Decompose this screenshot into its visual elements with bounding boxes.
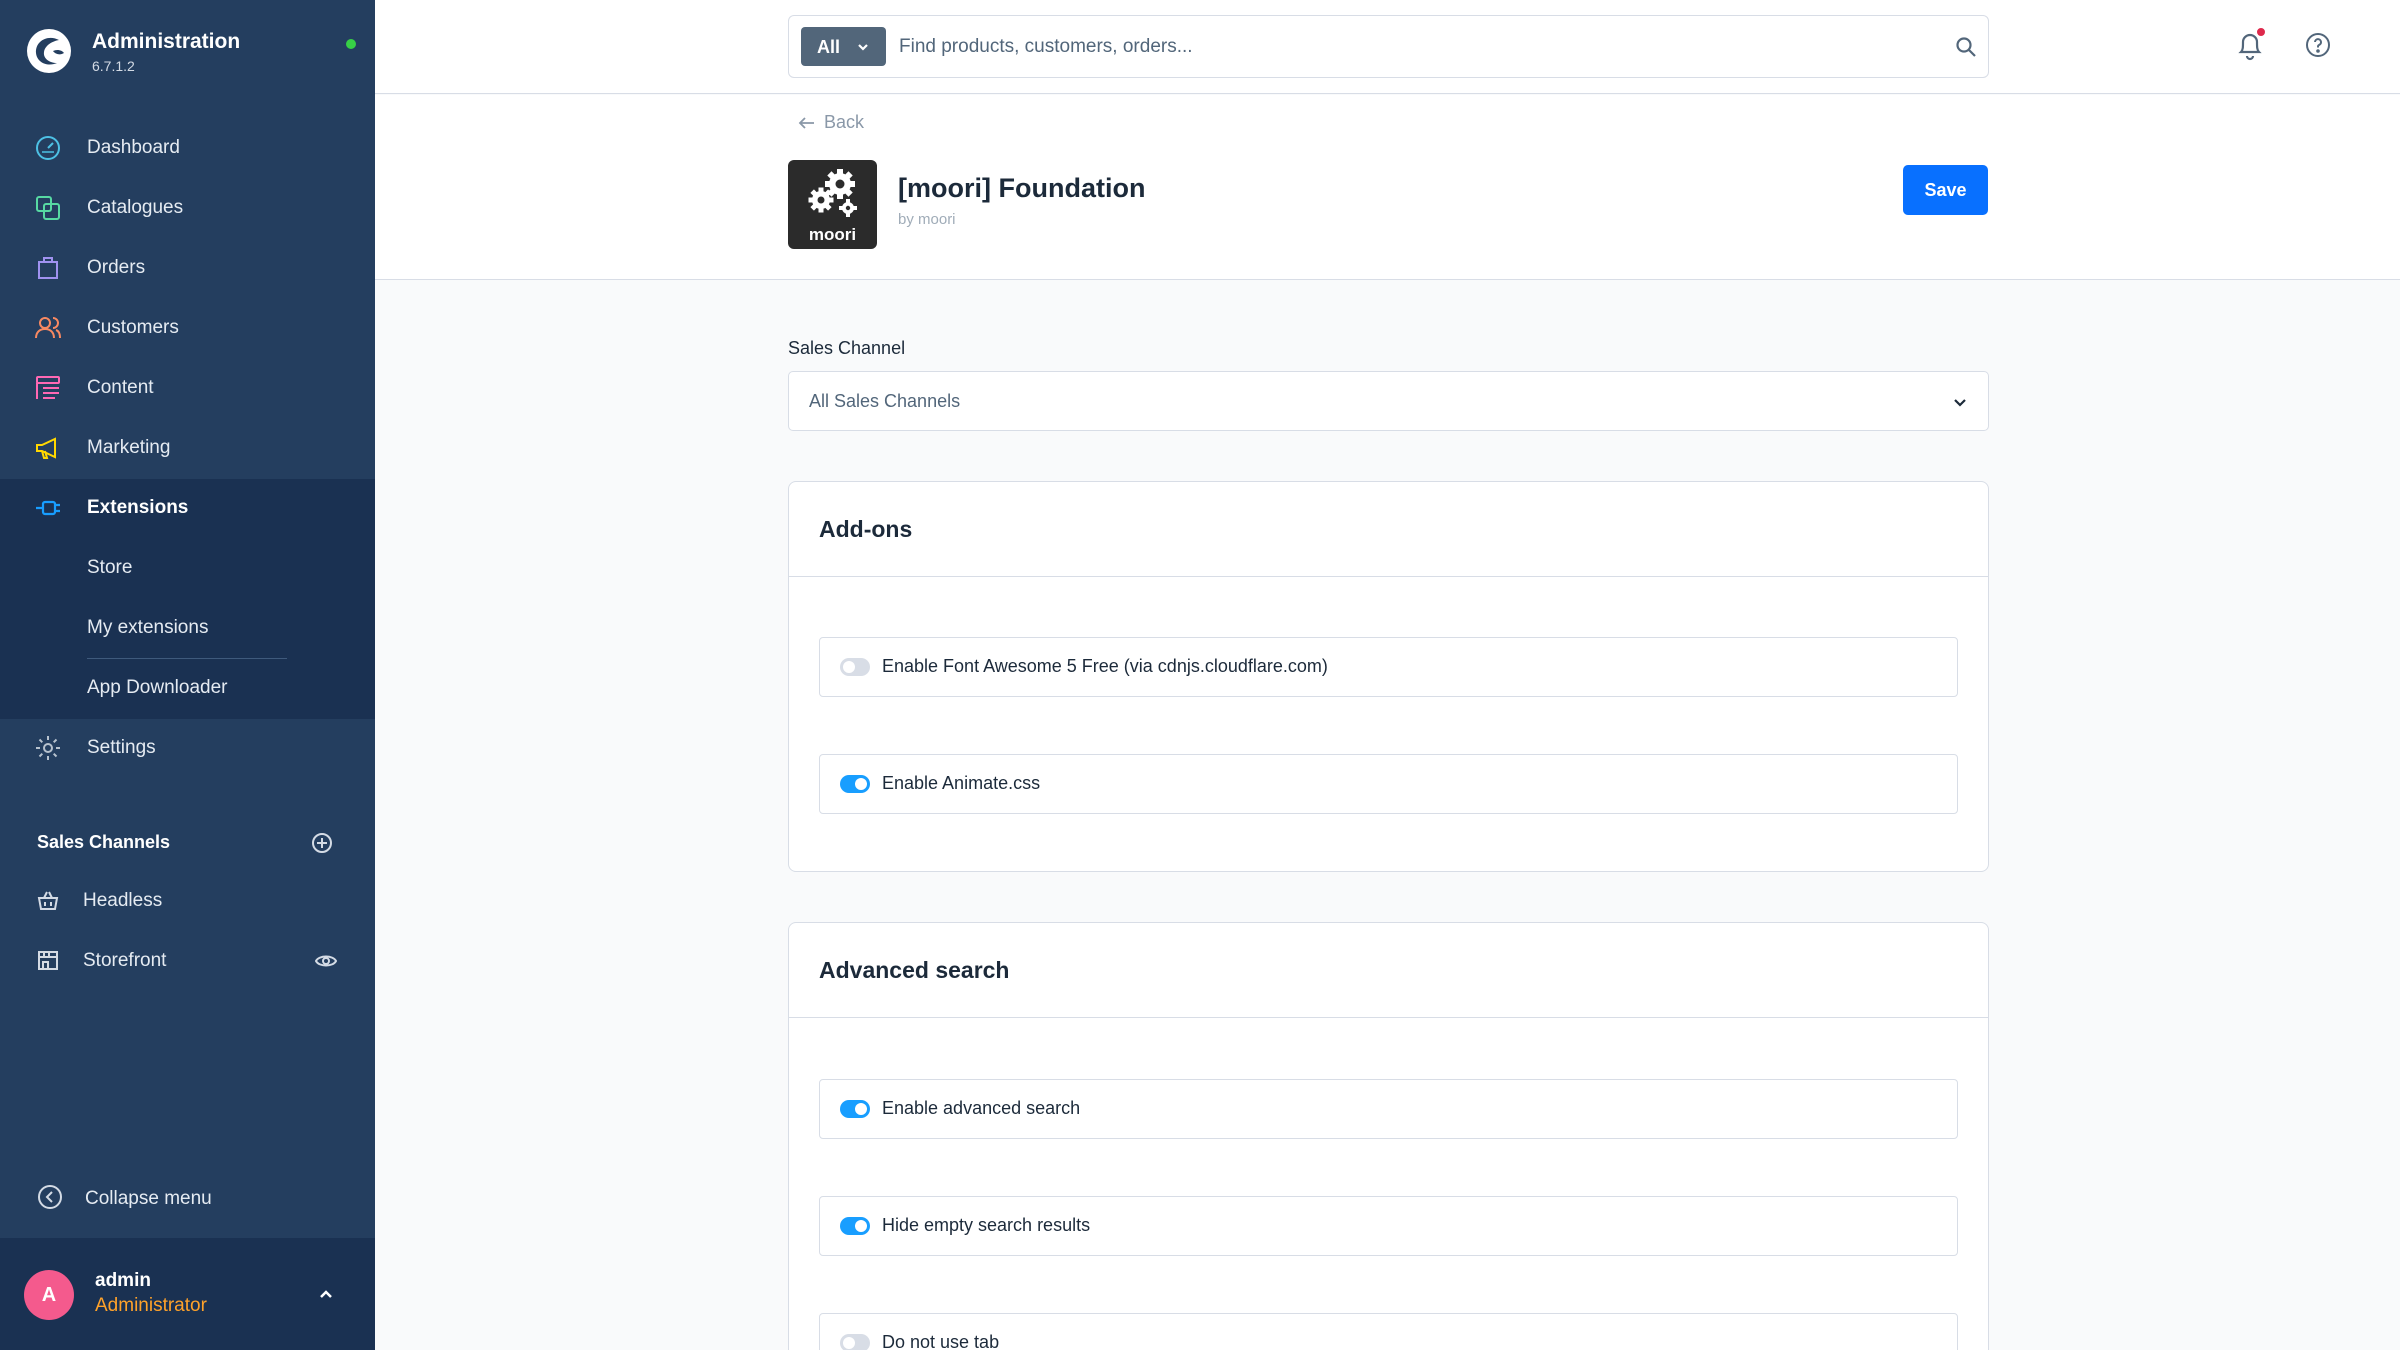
add-circle-icon[interactable] xyxy=(311,832,333,854)
eye-icon[interactable] xyxy=(315,950,337,972)
toggle-animate-css[interactable]: Enable Animate.css xyxy=(819,754,1958,814)
sales-channel-label: Storefront xyxy=(83,950,167,971)
sales-channel-storefront[interactable]: Storefront xyxy=(0,930,375,990)
nav-label: Extensions xyxy=(87,497,189,518)
toggle-font-awesome[interactable]: Enable Font Awesome 5 Free (via cdnjs.cl… xyxy=(819,637,1958,697)
global-search: All xyxy=(788,15,1989,78)
plugin-author: by moori xyxy=(898,211,956,228)
nav-item-dashboard[interactable]: Dashboard xyxy=(0,118,375,178)
collapse-menu-button[interactable]: Collapse menu xyxy=(0,1168,375,1228)
search-type-label: All xyxy=(817,37,841,57)
nav-label: Customers xyxy=(87,317,179,338)
dashboard-icon xyxy=(36,136,60,160)
collapse-label: Collapse menu xyxy=(85,1188,212,1209)
customers-icon xyxy=(35,317,61,339)
notification-badge xyxy=(2256,27,2266,37)
toggle-advanced-search[interactable]: Enable advanced search xyxy=(819,1079,1958,1139)
card-divider xyxy=(789,1017,1988,1018)
brand-title: Administration xyxy=(92,30,241,53)
toggle-switch-on[interactable] xyxy=(840,775,870,793)
shopware-logo-icon xyxy=(27,29,71,73)
chevron-down-icon xyxy=(1954,399,1966,407)
card-title: Advanced search xyxy=(819,957,1010,983)
storefront-icon xyxy=(38,951,58,970)
nav-sublabel: App Downloader xyxy=(87,677,228,698)
help-icon[interactable] xyxy=(2304,31,2332,59)
toggle-label: Enable Font Awesome 5 Free (via cdnjs.cl… xyxy=(882,656,1328,676)
content-icon xyxy=(36,376,60,399)
nav-label: Settings xyxy=(87,737,156,758)
chevron-up-icon[interactable] xyxy=(316,1284,336,1304)
nav-subitem-app-downloader[interactable]: App Downloader xyxy=(0,658,375,718)
nav-label: Marketing xyxy=(87,437,171,458)
settings-icon xyxy=(36,736,60,760)
chevron-down-icon xyxy=(858,44,868,51)
nav-item-customers[interactable]: Customers xyxy=(0,298,375,358)
marketing-icon xyxy=(36,437,56,459)
sidebar: Administration 6.7.1.2 Dashboard Catalog… xyxy=(0,0,375,1350)
toggle-label: Enable advanced search xyxy=(882,1098,1081,1118)
search-type-select[interactable]: All xyxy=(801,27,886,66)
collapse-icon xyxy=(38,1185,62,1209)
sales-channel-headless[interactable]: Headless xyxy=(0,870,375,930)
nav-item-content[interactable]: Content xyxy=(0,358,375,418)
toggle-switch-off[interactable] xyxy=(840,658,870,676)
toggle-switch-on[interactable] xyxy=(840,1100,870,1118)
sales-channels-heading: Sales Channels xyxy=(37,832,171,852)
plugin-logo-text: moori xyxy=(808,225,857,244)
nav-item-extensions[interactable]: Extensions xyxy=(0,478,375,538)
nav-label: Dashboard xyxy=(87,137,180,158)
avatar: A xyxy=(24,1270,74,1320)
user-role: Administrator xyxy=(95,1295,207,1316)
sales-channel-label: Sales Channel xyxy=(788,338,906,358)
card-title: Add-ons xyxy=(819,516,913,542)
card-add-ons: Add-ons Enable Font Awesome 5 Free (via … xyxy=(788,481,1989,872)
plugin-logo: moori xyxy=(788,160,877,249)
sales-channel-select[interactable]: All Sales Channels xyxy=(788,371,1989,431)
nav-sublabel: My extensions xyxy=(87,617,209,638)
toggle-do-not-use-tab[interactable]: Do not use tab xyxy=(819,1313,1958,1350)
nav-item-orders[interactable]: Orders xyxy=(0,238,375,298)
gears-icon xyxy=(808,169,857,217)
nav-item-settings[interactable]: Settings xyxy=(0,718,375,778)
user-menu[interactable]: A admin Administrator xyxy=(0,1238,375,1350)
nav-label: Catalogues xyxy=(87,197,184,218)
search-icon[interactable] xyxy=(1954,35,1978,59)
search-input[interactable] xyxy=(899,28,1899,66)
brand: Administration 6.7.1.2 xyxy=(26,26,356,78)
nav-subitem-my-extensions[interactable]: My extensions xyxy=(0,598,375,658)
arrow-left-icon xyxy=(798,117,814,129)
orders-icon xyxy=(38,257,58,279)
nav-item-marketing[interactable]: Marketing xyxy=(0,418,375,478)
save-button[interactable]: Save xyxy=(1903,165,1988,215)
toggle-hide-empty-results[interactable]: Hide empty search results xyxy=(819,1196,1958,1256)
page-header: Back moori [moori] Foundation by moori S… xyxy=(375,95,2400,280)
toggle-switch-off[interactable] xyxy=(840,1334,870,1350)
nav-label: Orders xyxy=(87,257,146,278)
toggle-label: Do not use tab xyxy=(882,1332,1000,1350)
sales-channel-value: All Sales Channels xyxy=(809,391,961,411)
card-advanced-search: Advanced search Enable advanced search H… xyxy=(788,922,1989,1350)
back-label: Back xyxy=(824,112,865,132)
toggle-label: Hide empty search results xyxy=(882,1215,1091,1235)
brand-version: 6.7.1.2 xyxy=(92,58,135,74)
nav-subitem-store[interactable]: Store xyxy=(0,538,375,598)
extensions-icon xyxy=(36,500,60,516)
catalogues-icon xyxy=(36,196,60,220)
status-indicator xyxy=(346,39,356,49)
card-divider xyxy=(789,576,1988,577)
top-bar: All xyxy=(375,0,2400,94)
toggle-label: Enable Animate.css xyxy=(882,773,1041,793)
sales-channel-label: Headless xyxy=(83,890,163,911)
toggle-switch-on[interactable] xyxy=(840,1217,870,1235)
nav-item-catalogues[interactable]: Catalogues xyxy=(0,178,375,238)
nav-sublabel: Store xyxy=(87,557,133,578)
basket-icon xyxy=(37,891,59,910)
user-name: admin xyxy=(95,1270,151,1291)
page-title: [moori] Foundation xyxy=(898,173,1146,203)
nav-label: Content xyxy=(87,377,154,398)
